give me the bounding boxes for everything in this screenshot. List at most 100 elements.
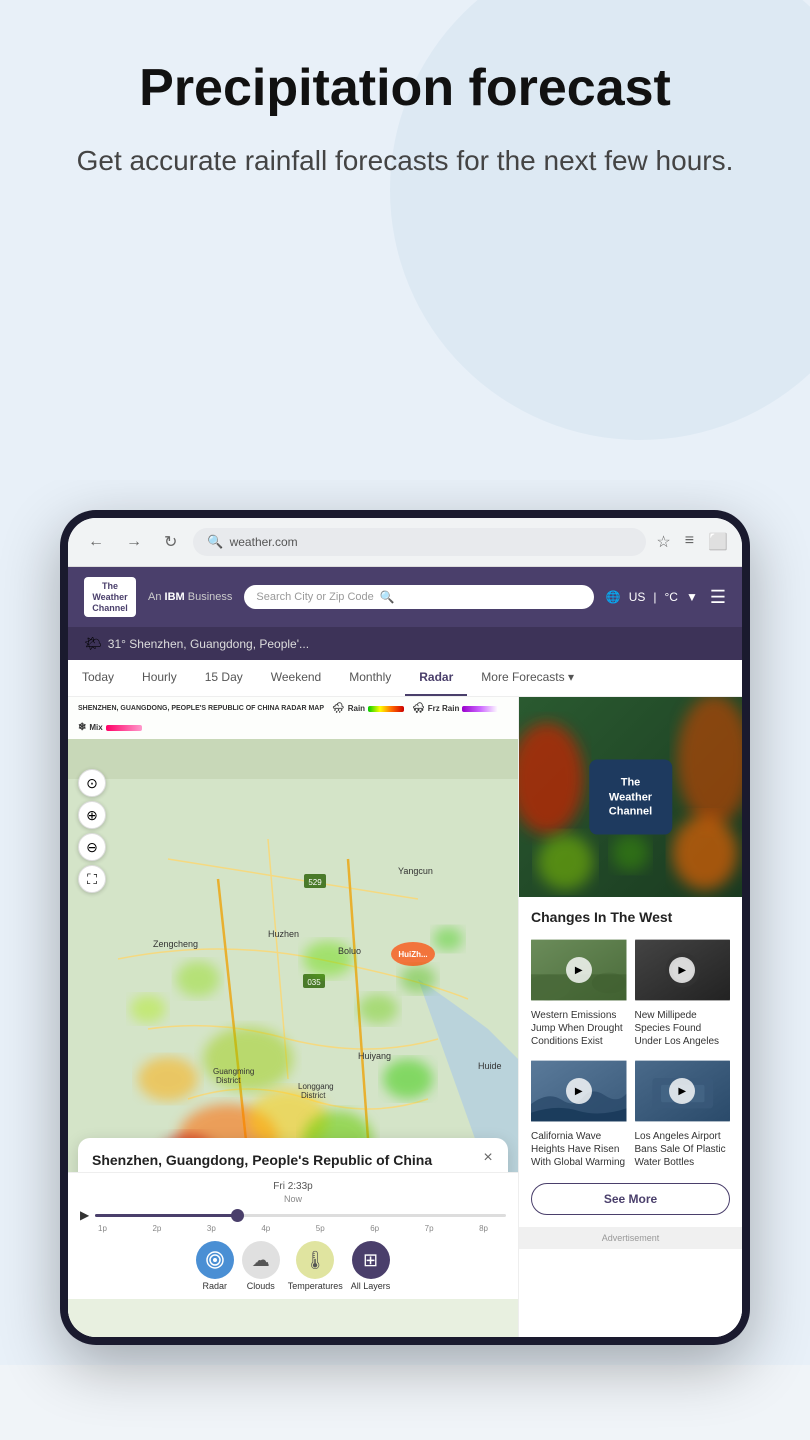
rain-legend-bar xyxy=(368,706,404,712)
location-bar: 🌤 31° Shenzhen, Guangdong, People'... xyxy=(68,627,742,660)
forward-button[interactable]: → xyxy=(120,531,148,553)
legend-rain: 🌧 Rain xyxy=(332,703,404,714)
tab-icon[interactable]: ⬜ xyxy=(708,532,728,552)
ad-banner: Advertisement xyxy=(519,697,742,897)
zoom-out-btn[interactable]: ⊖ xyxy=(78,833,106,861)
bookmark-icon[interactable]: ☆ xyxy=(656,532,670,552)
cloud-icon: 🌤 xyxy=(84,635,102,652)
all-layers-btn[interactable]: ⊞ All Layers xyxy=(351,1241,391,1291)
news-caption-2: California Wave Heights Have Risen With … xyxy=(531,1130,627,1169)
rain-icon: 🌧 xyxy=(332,703,345,714)
location-btn[interactable]: ⊙ xyxy=(78,769,106,797)
news-item-0[interactable]: ▶ Western Emissions Jump When Drought Co… xyxy=(531,935,627,1048)
news-thumb-0: ▶ xyxy=(531,935,627,1005)
frz-rain-legend-bar xyxy=(462,706,498,712)
tab-15day[interactable]: 15 Day xyxy=(191,660,257,696)
news-caption-3: Los Angeles Airport Bans Sale Of Plastic… xyxy=(635,1130,731,1169)
ad-logo-text: The Weather Channel xyxy=(609,776,652,819)
browser-chrome: ← → ↻ 🔍 weather.com ☆ ≡ ⬜ xyxy=(68,518,742,567)
nav-tabs: Today Hourly 15 Day Weekend Monthly Rada… xyxy=(68,660,742,697)
news-item-1[interactable]: ▶ New Millipede Species Found Under Los … xyxy=(635,935,731,1048)
legend-mix: ❄ Mix xyxy=(78,722,142,733)
all-layers-label: All Layers xyxy=(351,1281,391,1291)
layer-buttons: Radar ☁ Clouds 🌡 Temperatures xyxy=(80,1241,506,1291)
unit-dropdown-icon[interactable]: ▼ xyxy=(686,590,698,604)
browser-actions: ☆ ≡ ⬜ xyxy=(656,532,728,552)
radar-layer-btn[interactable]: Radar xyxy=(196,1241,234,1291)
radar-header: SHENZHEN, GUANGDONG, PEOPLE'S REPUBLIC O… xyxy=(68,697,518,739)
radar-timeline: Fri 2:33p Now ▶ 1p 2p xyxy=(68,1172,518,1299)
search-icon: 🔍 xyxy=(207,534,223,550)
svg-text:529: 529 xyxy=(308,878,322,887)
see-more-button[interactable]: See More xyxy=(531,1183,730,1215)
play-overlay-1[interactable]: ▶ xyxy=(669,957,695,983)
tab-monthly[interactable]: Monthly xyxy=(335,660,405,696)
news-thumb-1: ▶ xyxy=(635,935,731,1005)
timeline-time: Fri 2:33p xyxy=(80,1181,506,1192)
timeline-track: ▶ xyxy=(80,1208,506,1222)
location-text: 31° Shenzhen, Guangdong, People'... xyxy=(108,637,309,651)
hero-section: Precipitation forecast Get accurate rain… xyxy=(0,0,810,480)
timeline-now: Now xyxy=(80,1194,506,1204)
phone-mockup: ← → ↻ 🔍 weather.com ☆ ≡ ⬜ The Weather xyxy=(60,510,750,1345)
temperatures-layer-btn[interactable]: 🌡 Temperatures xyxy=(288,1241,343,1291)
timeline-thumb xyxy=(231,1209,244,1222)
timeline-bar[interactable] xyxy=(95,1214,506,1217)
svg-text:Huzhen: Huzhen xyxy=(268,929,299,939)
tab-weekend[interactable]: Weekend xyxy=(257,660,335,696)
frz-rain-icon: 🌨 xyxy=(412,703,425,714)
tab-hourly[interactable]: Hourly xyxy=(128,660,191,696)
news-thumb-3: ▶ xyxy=(635,1056,731,1126)
news-section-title: Changes In The West xyxy=(531,909,730,925)
svg-text:Huiyang: Huiyang xyxy=(358,1051,391,1061)
news-caption-1: New Millipede Species Found Under Los An… xyxy=(635,1009,731,1048)
play-overlay-0[interactable]: ▶ xyxy=(566,957,592,983)
radar-layer-icon xyxy=(196,1241,234,1279)
hero-subtitle: Get accurate rainfall forecasts for the … xyxy=(40,141,770,180)
tab-radar[interactable]: Radar xyxy=(405,660,467,696)
clouds-layer-label: Clouds xyxy=(247,1281,275,1291)
svg-text:HuiZh...: HuiZh... xyxy=(398,950,427,959)
address-bar[interactable]: 🔍 weather.com xyxy=(193,528,646,556)
tab-today[interactable]: Today xyxy=(68,660,128,696)
hamburger-menu[interactable]: ☰ xyxy=(710,587,726,608)
clouds-layer-icon: ☁ xyxy=(242,1241,280,1279)
refresh-button[interactable]: ↻ xyxy=(158,530,183,554)
right-panel: Advertisement xyxy=(518,697,742,1337)
svg-text:Yangcun: Yangcun xyxy=(398,866,433,876)
search-submit-icon[interactable]: 🔍 xyxy=(380,590,395,604)
temp-unit: °C xyxy=(665,590,678,604)
clouds-layer-btn[interactable]: ☁ Clouds xyxy=(242,1241,280,1291)
play-button[interactable]: ▶ xyxy=(80,1208,89,1222)
phone-screen: ← → ↻ 🔍 weather.com ☆ ≡ ⬜ The Weather xyxy=(68,518,742,1337)
mix-legend-bar xyxy=(106,725,142,731)
back-button[interactable]: ← xyxy=(82,531,110,553)
popup-close-btn[interactable]: × xyxy=(478,1148,498,1168)
unit-label: | xyxy=(653,590,656,604)
temp-layer-label: Temperatures xyxy=(288,1281,343,1291)
svg-text:Longgang: Longgang xyxy=(298,1082,334,1091)
svg-text:Boluo: Boluo xyxy=(338,946,361,956)
news-item-2[interactable]: ▶ California Wave Heights Have Risen Wit… xyxy=(531,1056,627,1169)
news-caption-0: Western Emissions Jump When Drought Cond… xyxy=(531,1009,627,1048)
play-overlay-2[interactable]: ▶ xyxy=(566,1078,592,1104)
fullscreen-btn[interactable]: ⛶ xyxy=(78,865,106,893)
radar-layer-label: Radar xyxy=(202,1281,227,1291)
search-placeholder: Search City or Zip Code xyxy=(256,591,373,603)
weather-header: The Weather Channel An IBM Business Sear… xyxy=(68,567,742,627)
news-item-3[interactable]: ▶ Los Angeles Airport Bans Sale Of Plast… xyxy=(635,1056,731,1169)
menu-icon[interactable]: ≡ xyxy=(685,532,694,552)
mix-icon: ❄ xyxy=(78,722,86,733)
radar-map-panel: SHENZHEN, GUANGDONG, PEOPLE'S REPUBLIC O… xyxy=(68,697,518,1337)
news-thumb-2: ▶ xyxy=(531,1056,627,1126)
svg-text:District: District xyxy=(301,1091,326,1100)
svg-text:Zengcheng: Zengcheng xyxy=(153,939,198,949)
timeline-progress xyxy=(95,1214,239,1217)
legend-frz-rain: 🌨 Frz Rain xyxy=(412,703,498,714)
city-search-bar[interactable]: Search City or Zip Code 🔍 xyxy=(244,585,593,609)
zoom-in-btn[interactable]: ⊕ xyxy=(78,801,106,829)
tab-more-forecasts[interactable]: More Forecasts ▾ xyxy=(467,660,588,696)
all-layers-icon: ⊞ xyxy=(352,1241,390,1279)
news-grid: ▶ Western Emissions Jump When Drought Co… xyxy=(531,935,730,1169)
play-overlay-3[interactable]: ▶ xyxy=(669,1078,695,1104)
